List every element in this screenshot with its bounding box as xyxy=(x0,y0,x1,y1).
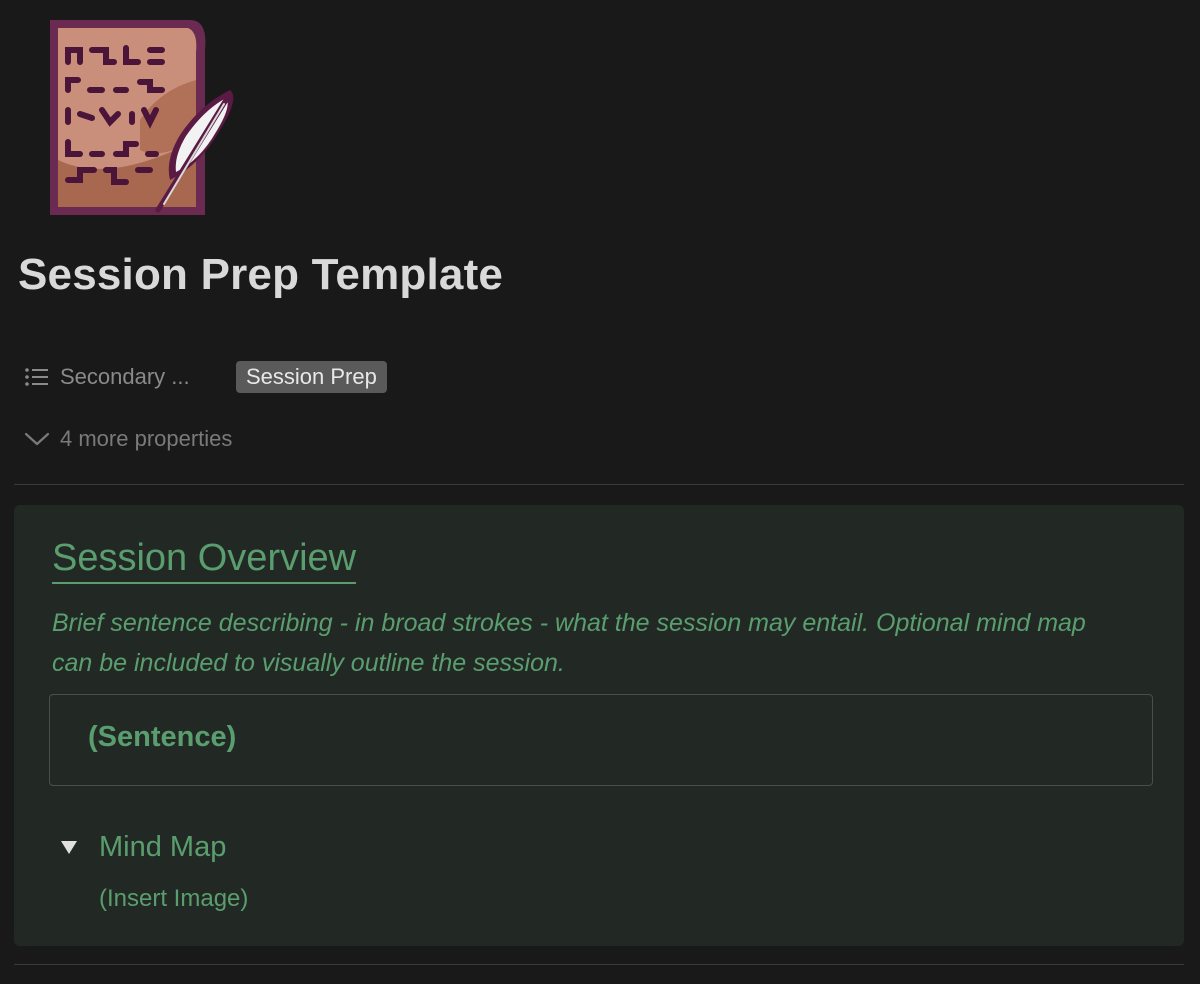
property-name-label: Secondary ... xyxy=(60,364,190,389)
mind-map-toggle: Mind Map xyxy=(60,827,226,867)
divider-bottom xyxy=(14,964,1184,965)
more-properties-toggle[interactable]: 4 more properties xyxy=(24,423,232,455)
scroll-with-quill-icon[interactable] xyxy=(40,10,240,225)
property-row-secondary: Secondary ... Session Prep xyxy=(24,360,387,394)
session-overview-description[interactable]: Brief sentence describing - in broad str… xyxy=(52,603,1132,683)
insert-image-placeholder[interactable]: (Insert Image) xyxy=(99,885,248,913)
session-overview-callout: Session Overview Brief sentence describi… xyxy=(14,505,1184,946)
mind-map-title[interactable]: Mind Map xyxy=(99,831,226,864)
property-name-secondary[interactable]: Secondary ... xyxy=(24,364,236,390)
property-tag-session-prep[interactable]: Session Prep xyxy=(236,361,387,393)
page: Session Prep Template Secondary ... Sess… xyxy=(0,0,1200,984)
divider-top xyxy=(14,484,1184,485)
chevron-down-icon xyxy=(24,432,50,446)
sentence-placeholder: (Sentence) xyxy=(88,721,237,753)
session-overview-heading[interactable]: Session Overview xyxy=(52,537,357,584)
triangle-down-icon[interactable] xyxy=(60,839,78,855)
more-properties-label: 4 more properties xyxy=(60,426,233,451)
list-icon xyxy=(25,368,48,386)
sentence-box[interactable]: (Sentence) xyxy=(49,694,1153,786)
page-title[interactable]: Session Prep Template xyxy=(18,250,503,300)
